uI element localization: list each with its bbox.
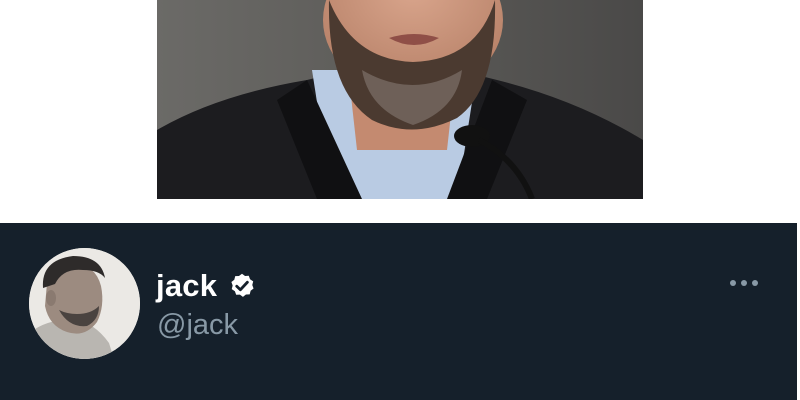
name-row: jack (156, 267, 257, 305)
more-options-icon-dot (752, 280, 758, 286)
username-handle[interactable]: @jack (157, 307, 238, 343)
header-photo (157, 0, 643, 199)
profile-card: jack @jack (0, 223, 797, 400)
verified-badge-icon (227, 271, 257, 301)
more-options-button[interactable] (724, 271, 764, 295)
avatar[interactable] (29, 248, 140, 359)
screenshot-page: jack @jack (0, 0, 800, 400)
more-options-icon-dot (741, 280, 747, 286)
more-options-icon (730, 280, 736, 286)
display-name[interactable]: jack (156, 267, 217, 305)
